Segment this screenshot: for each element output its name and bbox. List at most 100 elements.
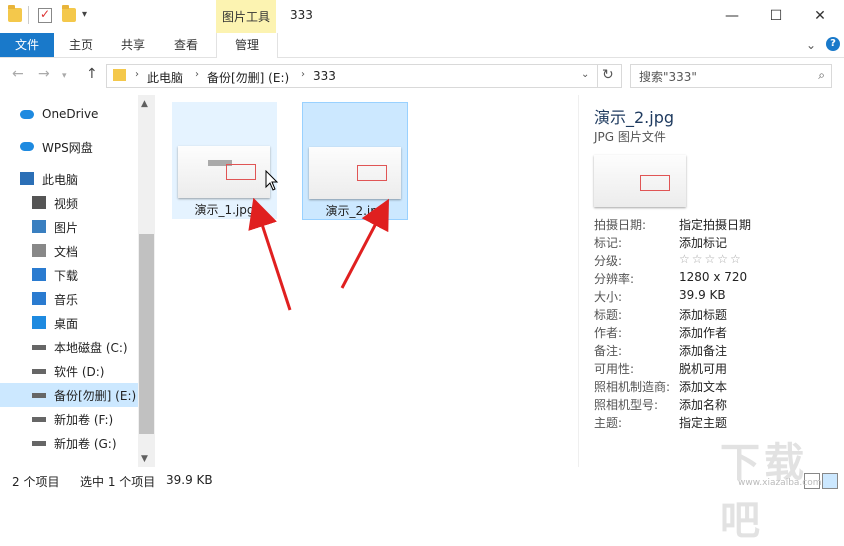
property-value: 39.9 KB (679, 288, 726, 302)
sidebar-item[interactable]: WPS网盘 (0, 135, 138, 159)
expand-ribbon-icon[interactable]: ⌄ (806, 38, 816, 52)
contextual-tab-label: 图片工具 (221, 10, 270, 24)
new-folder-icon[interactable] (62, 5, 76, 22)
breadcrumb-this-pc[interactable]: 此电脑 (147, 69, 183, 86)
pane-divider[interactable] (578, 95, 579, 467)
drive-icon (32, 417, 46, 422)
search-input[interactable]: 搜索"333" (639, 68, 697, 85)
sidebar-item[interactable]: 文档 (0, 239, 138, 263)
property-value[interactable]: 添加作者 (679, 324, 727, 341)
sidebar-item-label: 视频 (54, 197, 79, 211)
file-name[interactable]: 演示_2.jpg (303, 202, 408, 219)
watermark-url: www.xiazaiba.com (738, 478, 822, 488)
recent-dropdown-icon[interactable]: ▾ (62, 71, 67, 81)
breadcrumb-separator-icon[interactable]: › (195, 69, 199, 80)
video-icon (32, 196, 46, 209)
breadcrumb-drive-e[interactable]: 备份[勿删] (E:) (207, 69, 289, 86)
sidebar-item[interactable]: 视频 (0, 191, 138, 215)
sidebar-item[interactable]: 新加卷 (G:) (0, 431, 138, 455)
thumbnail-red-box (640, 175, 670, 191)
nav-scrollbar-thumb[interactable] (139, 234, 154, 434)
breadcrumb-folder[interactable]: 333 (313, 69, 336, 83)
sidebar-item-label: 桌面 (54, 317, 79, 331)
property-value[interactable]: 添加标题 (679, 306, 727, 323)
tab-share[interactable]: 共享 (108, 33, 158, 57)
window-title: 333 (290, 8, 313, 22)
music-icon (32, 292, 46, 305)
sidebar-item[interactable]: 新加卷 (F:) (0, 407, 138, 431)
minimize-button[interactable]: — (710, 0, 754, 32)
breadcrumb-separator-icon[interactable]: › (301, 69, 305, 80)
file-item[interactable]: 演示_2.jpg (302, 102, 408, 220)
sidebar-item[interactable]: 本地磁盘 (C:) (0, 335, 138, 359)
properties-icon[interactable] (38, 7, 52, 23)
drive-icon (32, 441, 46, 446)
address-dropdown-icon[interactable]: ⌄ (581, 69, 589, 80)
cloud-icon (20, 110, 34, 119)
preview-thumbnail (594, 155, 686, 207)
property-label: 标记: (594, 236, 623, 250)
sidebar-item[interactable]: 备份[勿删] (E:) (0, 383, 138, 407)
property-value[interactable]: 添加备注 (679, 342, 727, 359)
refresh-icon[interactable]: ↻ (602, 67, 614, 83)
search-icon[interactable]: ⌕ (818, 68, 825, 83)
sidebar-item[interactable]: 图片 (0, 215, 138, 239)
breadcrumb-separator-icon[interactable]: › (135, 69, 139, 80)
close-button[interactable]: ✕ (798, 0, 842, 32)
sidebar-item[interactable]: 桌面 (0, 311, 138, 335)
address-bar[interactable]: › 此电脑 › 备份[勿删] (E:) › 333 ⌄ ↻ (106, 64, 622, 88)
property-label: 作者: (594, 326, 623, 340)
sidebar-item[interactable]: 软件 (D:) (0, 359, 138, 383)
property-value[interactable]: 添加名称 (679, 396, 727, 413)
sidebar-item[interactable]: 音乐 (0, 287, 138, 311)
property-value[interactable]: 添加文本 (679, 378, 727, 395)
property-value: 1280 x 720 (679, 270, 748, 284)
property-label: 照相机制造商: (594, 380, 671, 394)
property-label: 照相机型号: (594, 398, 659, 412)
up-arrow-icon[interactable]: ↑ (86, 66, 98, 82)
search-box[interactable]: 搜索"333" ⌕ (630, 64, 832, 88)
property-value[interactable]: 添加标记 (679, 234, 727, 251)
file-name[interactable]: 演示_1.jpg (172, 201, 277, 218)
tab-manage[interactable]: 管理 (216, 33, 278, 58)
thumbnail-red-box (226, 164, 256, 180)
tab-home[interactable]: 主页 (54, 33, 108, 57)
sidebar-item-label: 本地磁盘 (C:) (54, 341, 128, 355)
forward-arrow-icon[interactable]: → (38, 66, 50, 82)
computer-icon (20, 172, 34, 185)
scroll-down-icon[interactable]: ▼ (141, 454, 148, 464)
sidebar-item-label: 新加卷 (G:) (54, 437, 117, 451)
help-icon[interactable]: ? (826, 37, 840, 51)
sidebar-item-label: 此电脑 (42, 173, 79, 187)
ribbon-tabs: 文件 主页 共享 查看 管理 (0, 33, 844, 58)
sidebar-item[interactable]: 此电脑 (0, 167, 138, 191)
sidebar-item-label: 音乐 (54, 293, 79, 307)
property-value[interactable]: 指定主题 (679, 414, 727, 431)
file-item[interactable]: 演示_1.jpg (172, 102, 277, 219)
sidebar-item[interactable]: 下载 (0, 263, 138, 287)
tab-view[interactable]: 查看 (160, 33, 212, 57)
property-label: 大小: (594, 290, 623, 304)
watermark-logo: 下载吧 (720, 440, 808, 544)
maximize-button[interactable]: ☐ (754, 0, 798, 32)
preview-file-type: JPG 图片文件 (594, 130, 666, 144)
folder-icon (8, 5, 22, 22)
image-thumbnail (309, 147, 401, 199)
scroll-up-icon[interactable]: ▲ (141, 99, 148, 109)
tab-file[interactable]: 文件 (0, 33, 54, 57)
divider (28, 6, 29, 24)
folder-icon (113, 69, 126, 81)
sidebar-item-label: 文档 (54, 245, 79, 259)
quick-access-dropdown-icon[interactable]: ▾ (82, 9, 87, 20)
drive-icon (32, 393, 46, 398)
property-value[interactable]: 指定拍摄日期 (679, 216, 751, 233)
thumbnail-red-box (357, 165, 387, 181)
cloud-icon (20, 142, 34, 151)
rating-stars[interactable]: ☆☆☆☆☆ (679, 252, 743, 266)
back-arrow-icon[interactable]: ← (12, 66, 24, 82)
sidebar-item-label: 图片 (54, 221, 79, 235)
sidebar-item-label: 备份[勿删] (E:) (54, 389, 137, 403)
sidebar-item-label: 软件 (D:) (54, 365, 105, 379)
status-selection: 选中 1 个项目 (80, 475, 156, 489)
sidebar-item[interactable]: OneDrive (0, 103, 138, 127)
